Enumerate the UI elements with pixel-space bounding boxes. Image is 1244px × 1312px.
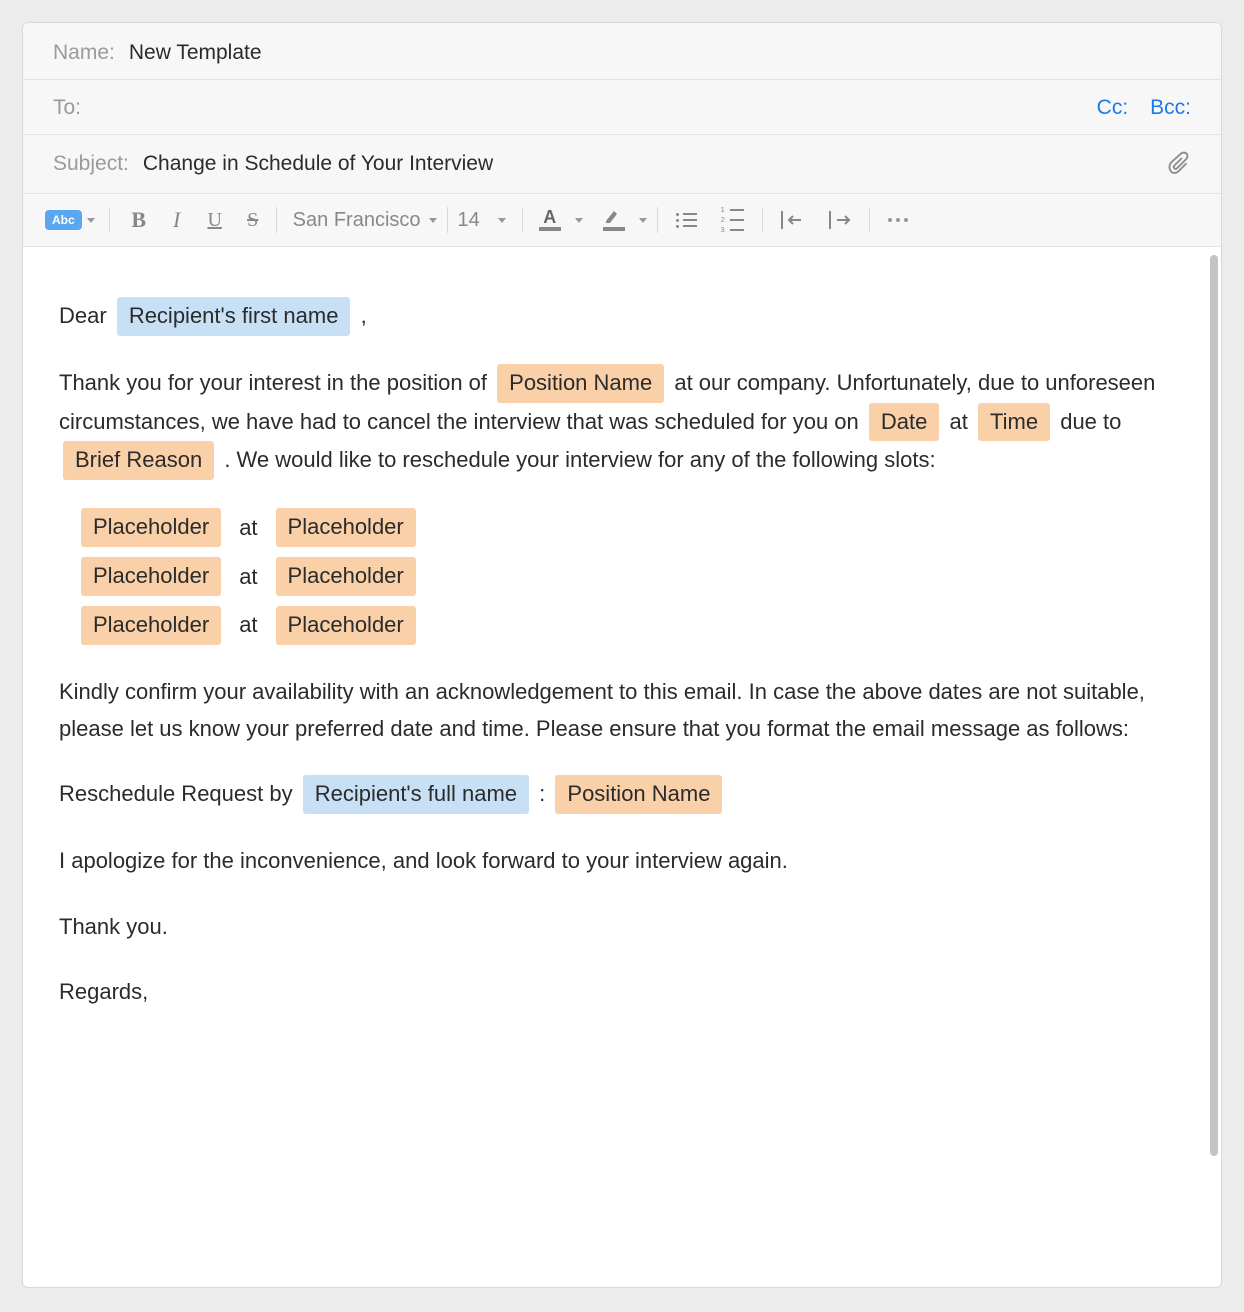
recipient-full-name-placeholder[interactable]: Recipient's full name: [303, 775, 529, 814]
at-text: at: [239, 606, 257, 643]
greeting-line: Dear Recipient's first name ,: [59, 297, 1185, 336]
header-section: Name: New Template To: Cc: Bcc: Subject:: [23, 23, 1221, 247]
text-color-letter: A: [543, 209, 556, 225]
recipient-first-name-placeholder[interactable]: Recipient's first name: [117, 297, 351, 336]
scrollbar-track[interactable]: [1210, 255, 1218, 1279]
p1-text-c: due to: [1060, 409, 1121, 434]
date-placeholder[interactable]: Date: [869, 403, 939, 442]
slot-time-placeholder[interactable]: Placeholder: [276, 508, 416, 547]
style-dropdown[interactable]: Abc: [41, 210, 99, 230]
font-family-select[interactable]: San Francisco: [287, 209, 443, 232]
colon: :: [539, 781, 545, 806]
name-label: Name:: [53, 41, 115, 65]
compose-window: Name: New Template To: Cc: Bcc: Subject:: [22, 22, 1222, 1288]
cc-bcc-group: Cc: Bcc:: [1097, 96, 1191, 120]
regards-line: Regards,: [59, 973, 1185, 1010]
subject-label: Subject:: [53, 152, 129, 176]
subject-input[interactable]: [143, 152, 743, 176]
bullet-list-button[interactable]: [668, 213, 705, 228]
chevron-down-icon[interactable]: [639, 218, 647, 223]
text-color-button[interactable]: A: [533, 209, 567, 231]
numbered-list-button[interactable]: 1 2 3: [713, 207, 752, 234]
attachment-icon[interactable]: [1167, 151, 1191, 177]
strikethrough-button[interactable]: S: [234, 204, 272, 236]
indent-button[interactable]: [821, 211, 859, 229]
chevron-down-icon[interactable]: [575, 218, 583, 223]
position-name-placeholder[interactable]: Position Name: [555, 775, 722, 814]
slot-time-placeholder[interactable]: Placeholder: [276, 606, 416, 645]
slot-time-placeholder[interactable]: Placeholder: [276, 557, 416, 596]
toolbar-separator: [762, 207, 763, 233]
email-body[interactable]: Dear Recipient's first name , Thank you …: [23, 247, 1221, 1040]
cc-link[interactable]: Cc:: [1097, 96, 1129, 120]
toolbar-separator: [522, 207, 523, 233]
to-row: To: Cc: Bcc:: [23, 80, 1221, 135]
toolbar-separator: [447, 207, 448, 233]
name-value[interactable]: New Template: [129, 41, 262, 65]
toolbar-separator: [276, 207, 277, 233]
toolbar-separator: [109, 207, 110, 233]
dear-text: Dear: [59, 303, 107, 328]
slot-row: Placeholder at Placeholder: [77, 557, 1185, 596]
toolbar-separator: [657, 207, 658, 233]
reschedule-label: Reschedule Request by: [59, 781, 293, 806]
scrollbar-thumb[interactable]: [1210, 255, 1218, 1156]
body-scroll-area[interactable]: Dear Recipient's first name , Thank you …: [23, 247, 1221, 1287]
chevron-down-icon: [87, 218, 95, 223]
comma: ,: [361, 303, 367, 328]
italic-button[interactable]: I: [158, 204, 196, 236]
abc-badge: Abc: [45, 210, 82, 230]
highlight-color-button[interactable]: [597, 209, 631, 231]
subject-row: Subject:: [23, 135, 1221, 194]
more-options-button[interactable]: [880, 218, 916, 222]
chevron-down-icon: [498, 218, 506, 223]
text-color-bar: [539, 227, 561, 231]
slot-row: Placeholder at Placeholder: [77, 606, 1185, 645]
slot-list: Placeholder at Placeholder Placeholder a…: [77, 508, 1185, 644]
brief-reason-placeholder[interactable]: Brief Reason: [63, 441, 214, 480]
p1-text-d: . We would like to reschedule your inter…: [224, 447, 935, 472]
apology-line: I apologize for the inconvenience, and l…: [59, 842, 1185, 879]
font-name: San Francisco: [293, 209, 421, 232]
toolbar-separator: [869, 207, 870, 233]
bold-button[interactable]: B: [120, 204, 158, 236]
underline-button[interactable]: U: [196, 204, 234, 236]
chevron-down-icon: [429, 218, 437, 223]
p1-text-a: Thank you for your interest in the posit…: [59, 370, 487, 395]
subject-left: Subject:: [53, 152, 743, 176]
time-placeholder[interactable]: Time: [978, 403, 1050, 442]
marker-icon: [604, 209, 624, 225]
at-text: at: [950, 409, 968, 434]
at-text: at: [239, 509, 257, 546]
font-size-value: 14: [458, 209, 480, 232]
name-row: Name: New Template: [23, 23, 1221, 80]
font-size-select[interactable]: 14: [452, 209, 512, 232]
formatting-toolbar: Abc B I U S San Francisco 14: [23, 194, 1221, 247]
highlight-color-bar: [603, 227, 625, 231]
bcc-link[interactable]: Bcc:: [1150, 96, 1191, 120]
paragraph-2: Kindly confirm your availability with an…: [59, 673, 1185, 748]
to-label[interactable]: To:: [53, 96, 81, 120]
at-text: at: [239, 558, 257, 595]
slot-date-placeholder[interactable]: Placeholder: [81, 606, 221, 645]
slot-date-placeholder[interactable]: Placeholder: [81, 508, 221, 547]
reschedule-format-line: Reschedule Request by Recipient's full n…: [59, 775, 1185, 814]
slot-date-placeholder[interactable]: Placeholder: [81, 557, 221, 596]
outdent-button[interactable]: [773, 211, 811, 229]
position-name-placeholder[interactable]: Position Name: [497, 364, 664, 403]
slot-row: Placeholder at Placeholder: [77, 508, 1185, 547]
thank-you-line: Thank you.: [59, 908, 1185, 945]
paragraph-1: Thank you for your interest in the posit…: [59, 364, 1185, 480]
